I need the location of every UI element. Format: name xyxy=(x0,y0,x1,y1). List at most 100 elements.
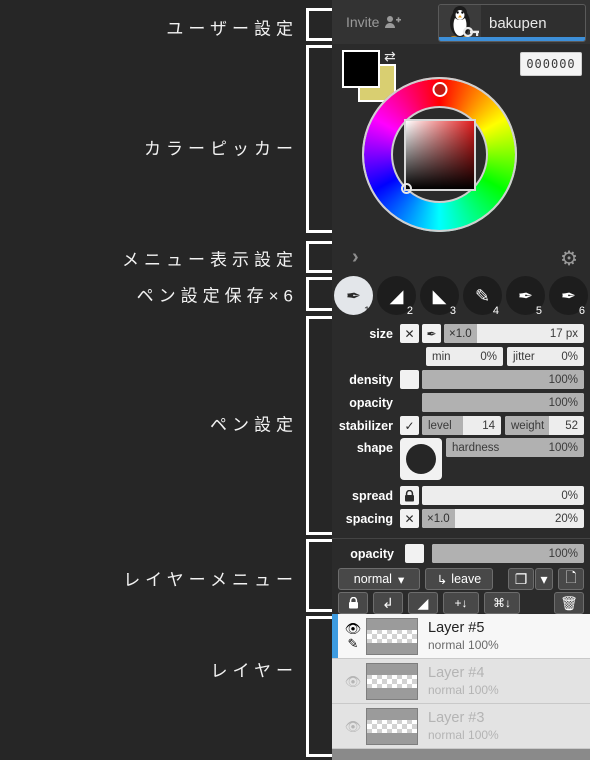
stabilizer-weight-slider[interactable]: weight 52 xyxy=(505,416,584,435)
annotation-label-pen-presets: ペン設定保存×6 xyxy=(136,286,298,306)
layer-buttons-row-1: normal ▾ ↳ leave ❐ ▾ 🗋 xyxy=(338,568,584,590)
add-below-button[interactable]: +↓ xyxy=(443,592,479,614)
sv-marker[interactable] xyxy=(401,183,412,194)
eraser-icon: ◢ xyxy=(389,286,404,306)
pen-preset-6[interactable]: ✒ 6 xyxy=(547,275,590,318)
top-bar: Invite bakupen xyxy=(332,0,590,44)
layer-opacity-row: opacity 100% xyxy=(338,544,584,563)
preset-number: 4 xyxy=(492,305,499,317)
density-row: density 100% xyxy=(332,369,590,390)
leave-button[interactable]: ↳ leave xyxy=(425,568,493,590)
density-slider[interactable]: 100% xyxy=(422,370,584,389)
opacity-label: opacity xyxy=(349,395,393,410)
min-slider[interactable]: min 0% xyxy=(426,347,503,366)
spread-slider[interactable]: 0% xyxy=(422,486,584,505)
layer-row-5[interactable]: 👁 ✎ Layer #5 normal 100% xyxy=(332,614,590,659)
annotation-label-menu-display: メニュー表示設定 xyxy=(122,250,298,270)
size-multiplier[interactable]: ×1.0 xyxy=(444,324,477,343)
user-chip[interactable]: bakupen xyxy=(438,4,586,42)
spacing-value: 20% xyxy=(554,512,578,525)
preset-number: 1 xyxy=(363,305,370,317)
preset-number: 2 xyxy=(406,305,413,317)
duplicate-layer-button[interactable]: ❐ xyxy=(508,568,534,590)
hex-color-field[interactable]: 000000 xyxy=(520,52,582,76)
layer-opacity-slider[interactable]: 100% xyxy=(432,544,584,563)
gear-icon[interactable]: ⚙ xyxy=(560,246,578,271)
density-toggle-button[interactable] xyxy=(400,370,419,389)
spacing-multiplier[interactable]: ×1.0 xyxy=(422,509,455,528)
pen-preset-2[interactable]: ◢ 2 xyxy=(375,275,418,318)
person-add-icon xyxy=(385,16,402,28)
stabilizer-row: stabilizer ✓ level 14 weight 52 xyxy=(332,415,590,436)
invite-button[interactable]: Invite xyxy=(346,14,402,30)
layer-name: Layer #3 xyxy=(428,710,485,726)
clear-layer-button[interactable]: ◢ xyxy=(408,592,438,614)
pen-preset-row: ✒ 1 ◢ 2 ◣ 3 ✎ 4 ✒ 5 ✒ 6 xyxy=(332,275,590,319)
lock-icon xyxy=(348,597,358,609)
eye-icon[interactable]: 👁 xyxy=(345,622,362,635)
brush-shape-preview[interactable] xyxy=(400,438,442,480)
layer-row-icons: 👁 xyxy=(340,720,366,733)
invite-label: Invite xyxy=(346,14,380,30)
lock-layer-button[interactable] xyxy=(338,592,368,614)
bucket-fill-icon: ◣ xyxy=(432,286,447,306)
opacity-slider[interactable]: 100% xyxy=(422,393,584,412)
preset-number: 3 xyxy=(449,305,456,317)
size-brush-button[interactable]: ✒ xyxy=(422,324,441,343)
layer-row-3[interactable]: 👁 Layer #3 normal 100% xyxy=(332,704,590,749)
min-label: min xyxy=(432,350,451,363)
hardness-slider[interactable]: hardness 100% xyxy=(446,438,584,457)
chevron-right-icon[interactable]: › xyxy=(352,246,359,269)
pen-preset-3[interactable]: ◣ 3 xyxy=(418,275,461,318)
jitter-label: jitter xyxy=(513,350,535,363)
size-toggle-button[interactable]: ✕ xyxy=(400,324,419,343)
layer-thumbnail[interactable] xyxy=(366,707,418,745)
bracket-pen-settings xyxy=(306,316,332,535)
penguin-avatar xyxy=(439,5,481,41)
hue-marker[interactable] xyxy=(432,82,447,97)
hardness-label: hardness xyxy=(452,441,500,454)
delete-layer-button[interactable]: 🗑 xyxy=(554,592,584,614)
eye-icon[interactable]: 👁 xyxy=(345,720,362,733)
bracket-layer-menu xyxy=(306,539,332,612)
stabilizer-level-slider[interactable]: level 14 xyxy=(422,416,501,435)
layer-meta: normal 100% xyxy=(428,683,499,697)
eye-icon[interactable]: 👁 xyxy=(345,675,362,688)
layer-thumbnail[interactable] xyxy=(366,617,418,655)
pen-preset-5[interactable]: ✒ 5 xyxy=(504,275,547,318)
spread-value: 0% xyxy=(561,489,578,502)
shape-label: shape xyxy=(356,441,393,455)
merge-down-button[interactable]: ↲ xyxy=(373,592,403,614)
density-label: density xyxy=(349,372,393,387)
swap-colors-icon[interactable]: ⇄ xyxy=(384,48,396,65)
jitter-slider[interactable]: jitter 0% xyxy=(507,347,584,366)
pen-preset-1[interactable]: ✒ 1 xyxy=(332,275,375,318)
new-layer-button[interactable]: 🗋 xyxy=(558,568,584,590)
saturation-value-square[interactable] xyxy=(401,119,476,194)
annotation-label-color-picker: カラーピッカー xyxy=(144,139,298,159)
stabilizer-checkbox[interactable]: ✓ xyxy=(400,416,419,435)
layer-list: 👁 ✎ Layer #5 normal 100% 👁 Layer #4 norm… xyxy=(332,614,590,760)
spread-lock-button[interactable] xyxy=(400,486,419,505)
size-slider[interactable]: ×1.0 17 px xyxy=(444,324,584,343)
density-value: 100% xyxy=(548,373,578,386)
spacing-toggle-button[interactable]: ✕ xyxy=(400,509,419,528)
spacing-label: spacing xyxy=(345,511,393,526)
layer-opacity-toggle[interactable] xyxy=(405,544,424,563)
spread-row: spread 0% xyxy=(332,485,590,506)
blend-mode-dropdown[interactable]: normal ▾ xyxy=(338,568,420,590)
layer-name: Layer #4 xyxy=(428,665,485,681)
app-panel: Invite bakupen ⇄ 000000 › ⚙ ✒ 1 ◢ 2 ◣ 3 … xyxy=(332,0,590,760)
pen-preset-4[interactable]: ✎ 4 xyxy=(461,275,504,318)
jitter-value: 0% xyxy=(561,350,578,363)
cut-down-button[interactable]: ⌘↓ xyxy=(484,592,520,614)
shape-row: shape hardness 100% xyxy=(332,438,590,484)
layer-row-4[interactable]: 👁 Layer #4 normal 100% xyxy=(332,659,590,704)
pencil-icon[interactable]: ✎ xyxy=(348,637,359,650)
spacing-slider[interactable]: ×1.0 20% xyxy=(422,509,584,528)
color-wheel[interactable] xyxy=(362,77,517,232)
layer-thumbnail[interactable] xyxy=(366,662,418,700)
annotation-label-layers: レイヤー xyxy=(210,661,298,681)
size-label: size xyxy=(369,326,393,341)
duplicate-options-dropdown[interactable]: ▾ xyxy=(535,568,553,590)
